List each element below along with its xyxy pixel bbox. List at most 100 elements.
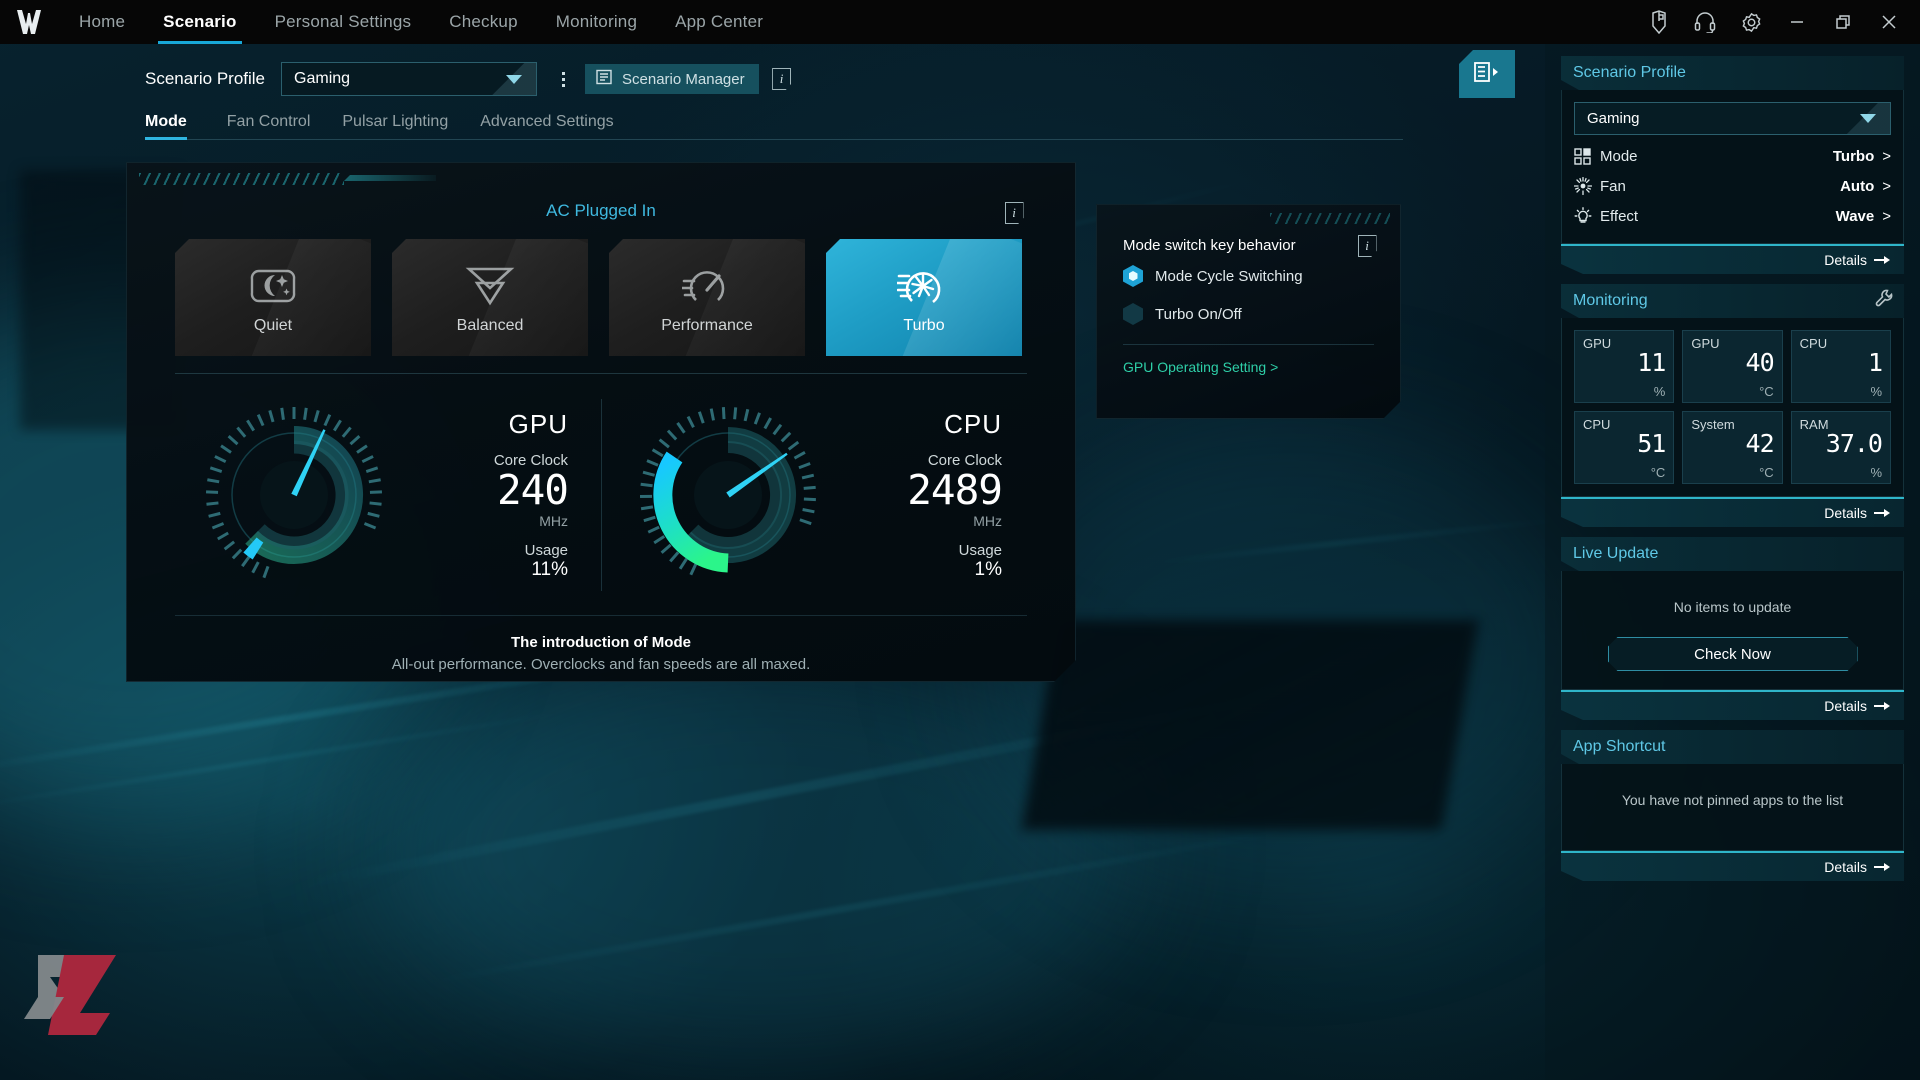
gauge-title: GPU <box>508 408 568 439</box>
sidebar-toggle-button[interactable] <box>1459 50 1515 98</box>
monitor-cell-value: 37.0 <box>1825 429 1883 458</box>
gpu-gauge-dial <box>194 395 394 595</box>
widget-scenario-profile: Scenario Profile Gaming Mode Turbo > Fan… <box>1561 56 1904 274</box>
nav-tab-scenario[interactable]: Scenario <box>144 0 255 44</box>
nav-tab-monitoring[interactable]: Monitoring <box>537 0 656 44</box>
radio-turbo-on-off[interactable]: Turbo On/Off <box>1123 303 1242 325</box>
chevron-right-icon: > <box>1882 207 1891 225</box>
more-options-button[interactable] <box>545 62 581 96</box>
details-label: Details <box>1824 505 1867 521</box>
window-controls <box>1636 0 1920 44</box>
gauge-unit: MHz <box>539 513 568 530</box>
nav-tab-personal-settings[interactable]: Personal Settings <box>256 0 431 44</box>
gauge-core-clock-value: 2489 <box>907 465 1002 514</box>
nav-tab-home[interactable]: Home <box>60 0 144 44</box>
monitor-cell-system-temp[interactable]: System 42 °C <box>1682 411 1783 484</box>
subtab-fan-control[interactable]: Fan Control <box>211 113 327 139</box>
mouse-icon[interactable] <box>1636 0 1682 44</box>
monitor-cell-ram-usage[interactable]: RAM 37.0 % <box>1790 411 1891 484</box>
details-label: Details <box>1824 252 1867 268</box>
monitor-cell-unit: % <box>1870 465 1882 480</box>
cpu-readout: CPU Core Clock 2489 MHz Usage 1% <box>838 409 1008 581</box>
mode-switch-key-panel: Mode switch key behavior i Mode Cycle Sw… <box>1096 204 1401 419</box>
check-now-button[interactable]: Check Now <box>1608 637 1858 671</box>
widget-live-update: Live Update No items to update Check Now… <box>1561 537 1904 720</box>
main-nav-tabs: Home Scenario Personal Settings Checkup … <box>60 0 782 44</box>
live-update-details-button[interactable]: Details <box>1561 690 1904 720</box>
widget-title: Scenario Profile <box>1573 64 1686 81</box>
profile-row-mode[interactable]: Mode Turbo > <box>1574 141 1891 171</box>
monitor-cell-unit: °C <box>1759 384 1774 399</box>
mode-card-performance[interactable]: Performance <box>609 239 805 356</box>
mode-card-turbo[interactable]: Turbo <box>826 239 1022 356</box>
subtab-pulsar-lighting[interactable]: Pulsar Lighting <box>326 113 464 139</box>
widget-body: Gaming Mode Turbo > Fan Auto > Effect Wa… <box>1561 90 1904 244</box>
gear-icon[interactable] <box>1728 0 1774 44</box>
radio-mode-cycle-switching[interactable]: Mode Cycle Switching <box>1123 265 1303 287</box>
info-button[interactable]: i <box>771 67 793 91</box>
subtab-mode[interactable]: Mode <box>145 113 211 140</box>
mode-card-label: Balanced <box>456 316 524 334</box>
scenario-profile-details-button[interactable]: Details <box>1561 244 1904 274</box>
gauge-usage-label: Usage <box>958 542 1002 560</box>
monitoring-details-button[interactable]: Details <box>1561 497 1904 527</box>
monitor-cell-value: 51 <box>1637 429 1666 458</box>
gauge-core-clock-value: 240 <box>496 465 568 514</box>
gpu-operating-setting-link[interactable]: GPU Operating Setting > <box>1123 359 1278 375</box>
sidebar-profile-select[interactable]: Gaming <box>1574 102 1891 135</box>
radio-label: Mode Cycle Switching <box>1155 267 1303 285</box>
check-now-label: Check Now <box>1694 645 1771 663</box>
switch-panel-divider <box>1123 344 1374 345</box>
right-sidebar: Scenario Profile Gaming Mode Turbo > Fan… <box>1545 44 1920 1080</box>
lightbulb-icon <box>1574 207 1600 225</box>
nav-tab-checkup[interactable]: Checkup <box>430 0 537 44</box>
monitor-cell-cpu-temp[interactable]: CPU 51 °C <box>1574 411 1675 484</box>
subtab-label: Fan Control <box>226 113 311 130</box>
monitor-cell-gpu-temp[interactable]: GPU 40 °C <box>1682 330 1783 403</box>
chevron-right-icon: > <box>1882 177 1891 195</box>
subtab-label: Pulsar Lighting <box>342 113 449 130</box>
mode-panel: AC Plugged In i Quiet Balanced Performan… <box>126 162 1076 682</box>
scenario-profile-select[interactable]: Gaming <box>281 62 538 96</box>
profile-row-value: Wave <box>1835 207 1875 225</box>
mode-info-button[interactable]: i <box>1003 201 1025 225</box>
monitor-cell-cpu-usage[interactable]: CPU 1 % <box>1790 330 1891 403</box>
wrench-icon <box>1875 289 1894 313</box>
profile-row-label: Fan <box>1600 177 1626 195</box>
widget-body: GPU 11 % GPU 40 °C CPU 1 % CPU 51 °C Sys… <box>1561 318 1904 497</box>
panel-collapse-icon <box>1473 60 1501 89</box>
mode-intro-title: The introduction of Mode <box>511 634 691 651</box>
profile-row-value: Auto <box>1840 177 1875 195</box>
scenario-manager-button[interactable]: Scenario Manager <box>585 64 759 94</box>
mode-switch-info-button[interactable]: i <box>1356 234 1378 258</box>
nav-tab-label: Monitoring <box>555 12 638 31</box>
minimize-icon[interactable] <box>1774 0 1820 44</box>
close-icon[interactable] <box>1866 0 1912 44</box>
scenario-profile-value: Gaming <box>294 70 351 87</box>
info-icon: i <box>1005 202 1024 224</box>
radio-label: Turbo On/Off <box>1155 305 1242 323</box>
gauge-usage-label: Usage <box>524 542 568 560</box>
headset-icon[interactable] <box>1682 0 1728 44</box>
scenario-subtabs: Mode Fan Control Pulsar Lighting Advance… <box>145 106 1403 140</box>
mode-card-label: Performance <box>661 316 753 334</box>
widget-body: You have not pinned apps to the list <box>1561 764 1904 851</box>
profile-row-label: Mode <box>1600 147 1638 165</box>
nav-tab-label: Personal Settings <box>274 12 412 31</box>
mode-card-quiet[interactable]: Quiet <box>175 239 371 356</box>
nav-tab-app-center[interactable]: App Center <box>656 0 782 44</box>
profile-row-label: Effect <box>1600 207 1639 225</box>
moon-stars-icon <box>249 261 297 311</box>
subtab-label: Mode <box>145 113 187 130</box>
app-shortcut-details-button[interactable]: Details <box>1561 851 1904 881</box>
mode-intro-description: All-out performance. Overclocks and fan … <box>391 656 811 673</box>
subtab-advanced-settings[interactable]: Advanced Settings <box>464 113 629 139</box>
widget-title: Monitoring <box>1573 292 1648 309</box>
monitor-cell-gpu-usage[interactable]: GPU 11 % <box>1574 330 1675 403</box>
monitoring-settings-button[interactable] <box>1875 289 1894 313</box>
mode-card-label: Turbo <box>903 316 945 334</box>
mode-card-balanced[interactable]: Balanced <box>392 239 588 356</box>
restore-icon[interactable] <box>1820 0 1866 44</box>
profile-row-effect[interactable]: Effect Wave > <box>1574 201 1891 231</box>
profile-row-fan[interactable]: Fan Auto > <box>1574 171 1891 201</box>
